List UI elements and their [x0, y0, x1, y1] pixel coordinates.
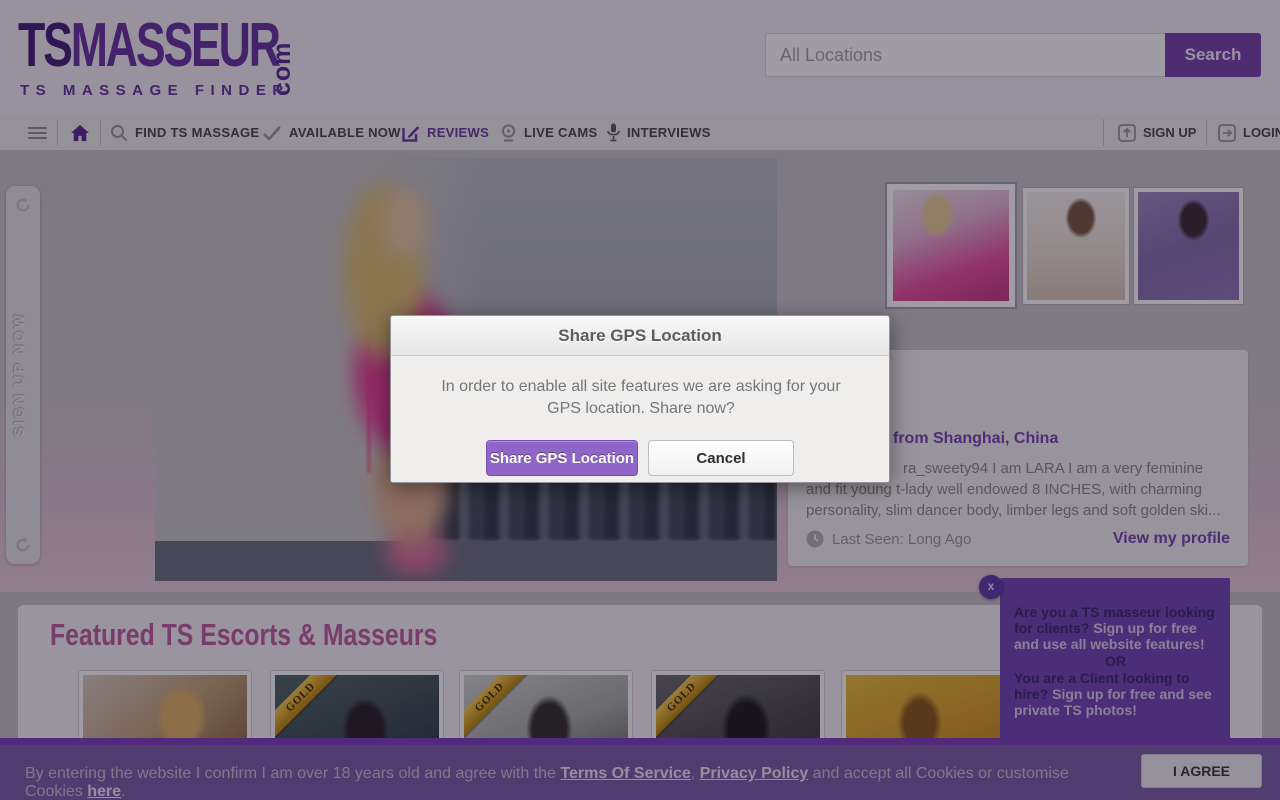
modal-title: Share GPS Location [391, 316, 889, 356]
modal-message: In order to enable all site features we … [429, 376, 853, 420]
modal-actions: Share GPS Location Cancel [391, 440, 889, 476]
page: TSMASSEUR com TS MASSAGE FINDER Search F… [0, 0, 1280, 800]
cancel-button[interactable]: Cancel [648, 440, 794, 476]
share-gps-location-button[interactable]: Share GPS Location [486, 440, 638, 476]
gps-location-modal: Share GPS Location In order to enable al… [390, 315, 890, 483]
